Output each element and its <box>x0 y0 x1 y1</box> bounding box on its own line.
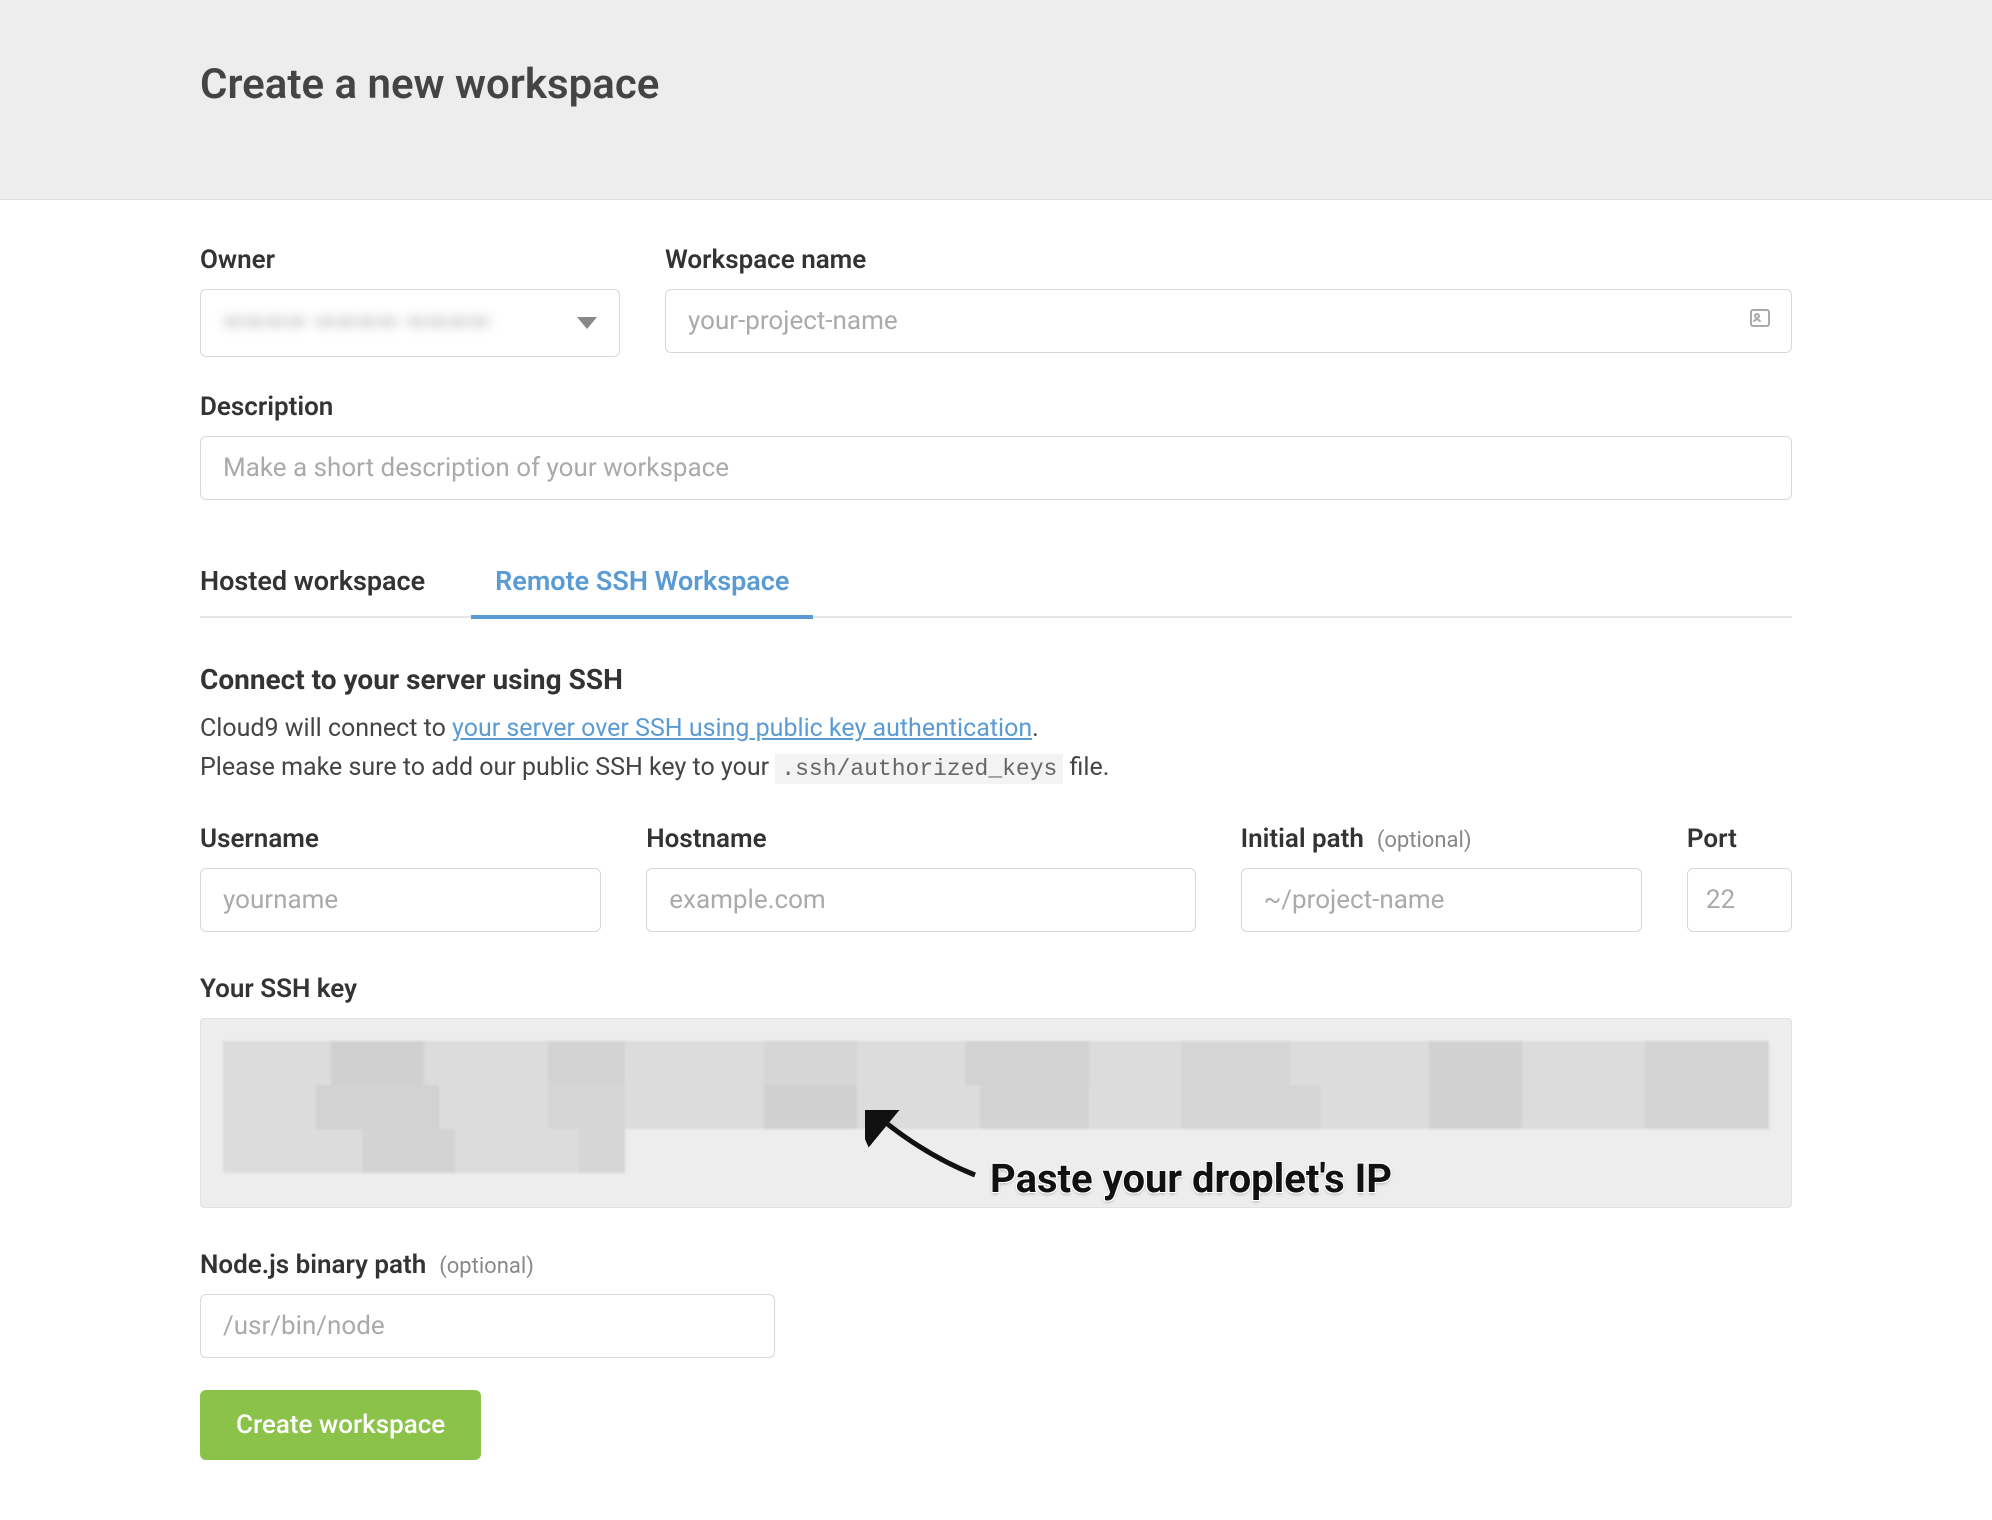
workspace-name-input[interactable] <box>665 289 1792 353</box>
port-label: Port <box>1687 824 1792 854</box>
node-path-label: Node.js binary path (optional) <box>200 1250 775 1280</box>
hostname-input[interactable] <box>646 868 1195 932</box>
create-workspace-button[interactable]: Create workspace <box>200 1390 481 1460</box>
owner-value: ———— ———— ———— <box>223 308 490 338</box>
ssh-text: file. <box>1063 753 1109 782</box>
hostname-label: Hostname <box>646 824 1195 854</box>
authorized-keys-code: .ssh/authorized_keys <box>775 754 1063 784</box>
annotation-text: Paste your droplet's IP <box>990 1155 1392 1202</box>
port-input[interactable] <box>1687 868 1792 932</box>
ssh-text: Please make sure to add our public SSH k… <box>200 753 775 782</box>
your-server-link[interactable]: your server over SSH using public key au… <box>452 714 1032 743</box>
ssh-key-label: Your SSH key <box>200 974 1792 1004</box>
owner-label: Owner <box>200 245 620 275</box>
tab-hosted[interactable]: Hosted workspace <box>200 555 449 616</box>
ssh-section-body: Cloud9 will connect to your server over … <box>200 710 1792 788</box>
owner-select[interactable]: ———— ———— ———— <box>200 289 620 357</box>
contact-card-icon <box>1748 306 1772 336</box>
chevron-down-icon <box>577 317 597 329</box>
username-label: Username <box>200 824 601 854</box>
description-label: Description <box>200 392 1792 422</box>
initial-path-input[interactable] <box>1241 868 1642 932</box>
workspace-type-tabs: Hosted workspace Remote SSH Workspace <box>200 555 1792 618</box>
node-path-input[interactable] <box>200 1294 775 1358</box>
ssh-text: . <box>1032 714 1039 743</box>
page-title: Create a new workspace <box>200 60 1792 109</box>
ssh-section-heading: Connect to your server using SSH <box>200 663 1792 696</box>
workspace-name-label: Workspace name <box>665 245 1792 275</box>
username-input[interactable] <box>200 868 601 932</box>
description-input[interactable] <box>200 436 1792 500</box>
tab-remote-ssh[interactable]: Remote SSH Workspace <box>471 555 813 619</box>
ssh-text: Cloud9 will connect to <box>200 714 452 743</box>
initial-path-label: Initial path (optional) <box>1241 824 1642 854</box>
